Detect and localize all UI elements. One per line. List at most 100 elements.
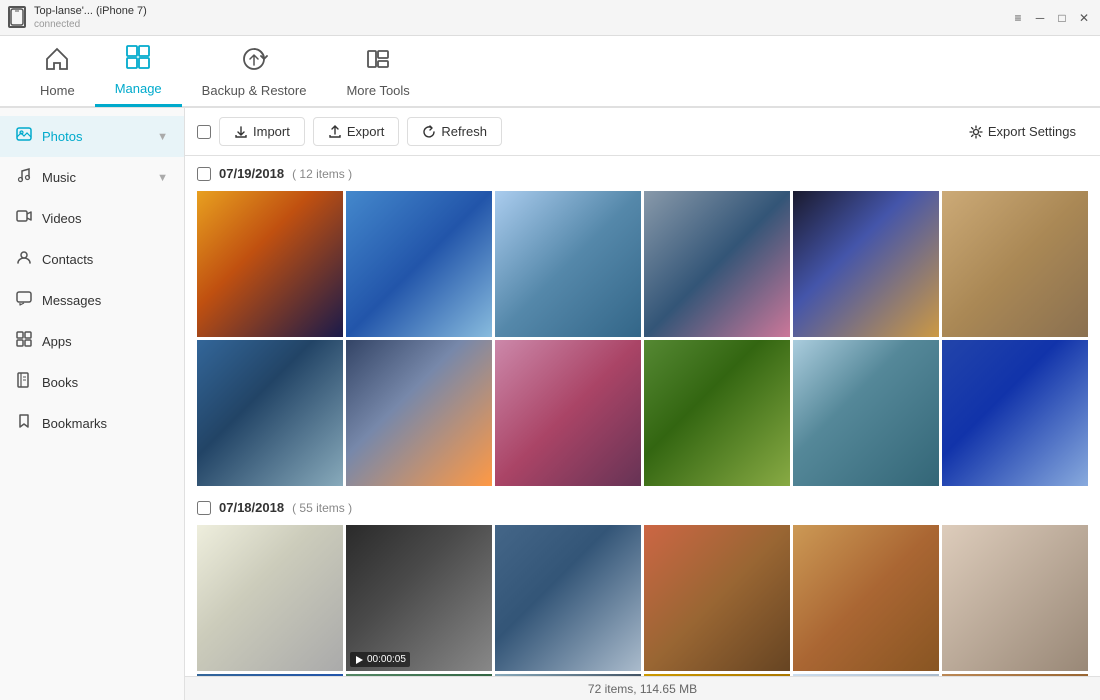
- date-header-1: 07/18/2018 ( 55 items ): [197, 498, 1088, 517]
- sidebar-item-videos[interactable]: Videos: [0, 198, 184, 239]
- photo-cell[interactable]: [346, 191, 492, 337]
- sidebar-books-label: Books: [42, 375, 78, 390]
- photos-icon: [16, 126, 32, 147]
- nav-more-tools[interactable]: More Tools: [326, 37, 429, 106]
- device-icon: [8, 6, 26, 28]
- sidebar-item-books[interactable]: Books: [0, 362, 184, 403]
- status-text: 72 items, 114.65 MB: [588, 682, 697, 696]
- sidebar-videos-label: Videos: [42, 211, 82, 226]
- nav-manage[interactable]: Manage: [95, 35, 182, 107]
- photo-cell[interactable]: [644, 191, 790, 337]
- photo-cell[interactable]: [495, 340, 641, 486]
- select-all-checkbox[interactable]: [197, 125, 211, 139]
- minimize-icon[interactable]: ─: [1032, 10, 1048, 26]
- sidebar-contacts-label: Contacts: [42, 252, 93, 267]
- sidebar-item-contacts[interactable]: Contacts: [0, 239, 184, 280]
- photo-cell[interactable]: 00:00:05: [346, 525, 492, 671]
- photo-cell[interactable]: [495, 674, 641, 676]
- photo-cell[interactable]: [346, 674, 492, 676]
- photo-cell[interactable]: [346, 340, 492, 486]
- photo-cell[interactable]: [793, 191, 939, 337]
- photo-area: 07/19/2018 ( 12 items ) 07/18/2018 ( 55 ite…: [185, 156, 1100, 676]
- date-checkbox-0[interactable]: [197, 167, 211, 181]
- date-count: ( 12 items ): [292, 167, 352, 181]
- manage-icon: [124, 43, 152, 77]
- titlebar-left: Top-lanse'... (iPhone 7) connected: [8, 4, 147, 31]
- import-icon: [234, 125, 248, 139]
- refresh-button[interactable]: Refresh: [407, 117, 502, 146]
- home-icon: [43, 45, 71, 79]
- date-group-1: 07/18/2018 ( 55 items ) 00:00:05: [197, 498, 1088, 676]
- photo-cell[interactable]: [793, 674, 939, 676]
- import-button[interactable]: Import: [219, 117, 305, 146]
- apps-icon: [16, 331, 32, 352]
- nav-backup[interactable]: Backup & Restore: [182, 37, 327, 106]
- sidebar-music-label: Music: [42, 170, 76, 185]
- photo-cell[interactable]: [644, 340, 790, 486]
- nav-more-tools-label: More Tools: [346, 83, 409, 98]
- photo-cell[interactable]: [793, 525, 939, 671]
- photo-cell[interactable]: [495, 191, 641, 337]
- sidebar-item-music[interactable]: Music ▼: [0, 157, 184, 198]
- videos-icon: [16, 208, 32, 229]
- main-layout: Photos ▼ Music ▼ Videos Contacts: [0, 108, 1100, 700]
- backup-icon: [240, 45, 268, 79]
- photo-cell[interactable]: [644, 525, 790, 671]
- sidebar-item-messages[interactable]: Messages: [0, 280, 184, 321]
- toolbar: Import Export Refresh Export Settings: [185, 108, 1100, 156]
- sidebar-item-apps[interactable]: Apps: [0, 321, 184, 362]
- menu-icon[interactable]: ≡: [1010, 10, 1026, 26]
- sidebar-item-bookmarks[interactable]: Bookmarks: [0, 403, 184, 444]
- photo-cell[interactable]: [495, 525, 641, 671]
- export-icon: [328, 125, 342, 139]
- export-settings-button[interactable]: Export Settings: [957, 118, 1088, 145]
- messages-icon: [16, 290, 32, 311]
- sidebar: Photos ▼ Music ▼ Videos Contacts: [0, 108, 185, 700]
- photo-grid-1: 00:00:05: [197, 525, 1088, 676]
- titlebar: Top-lanse'... (iPhone 7) connected ≡ ─ □…: [0, 0, 1100, 36]
- settings-icon: [969, 125, 983, 139]
- photo-cell[interactable]: [197, 191, 343, 337]
- photo-grid-0: [197, 191, 1088, 486]
- contacts-icon: [16, 249, 32, 270]
- books-icon: [16, 372, 32, 393]
- sidebar-bookmarks-label: Bookmarks: [42, 416, 107, 431]
- date-header-0: 07/19/2018 ( 12 items ): [197, 164, 1088, 183]
- photo-cell[interactable]: [942, 340, 1088, 486]
- photo-cell[interactable]: [942, 525, 1088, 671]
- tools-icon: [364, 45, 392, 79]
- photos-arrow: ▼: [157, 131, 168, 143]
- sidebar-apps-label: Apps: [42, 334, 72, 349]
- nav-home[interactable]: Home: [20, 37, 95, 106]
- nav-manage-label: Manage: [115, 81, 162, 96]
- connected-status: connected: [34, 18, 147, 31]
- bookmarks-icon: [16, 413, 32, 434]
- content-area: Import Export Refresh Export Settings 07…: [185, 108, 1100, 700]
- photo-cell[interactable]: [942, 191, 1088, 337]
- photo-cell[interactable]: [197, 674, 343, 676]
- date-label: 07/19/2018: [219, 166, 284, 181]
- maximize-icon[interactable]: □: [1054, 10, 1070, 26]
- sidebar-messages-label: Messages: [42, 293, 101, 308]
- export-button[interactable]: Export: [313, 117, 400, 146]
- nav-backup-label: Backup & Restore: [202, 83, 307, 98]
- device-info: Top-lanse'... (iPhone 7) connected: [34, 4, 147, 31]
- topnav: Home Manage Backup & Restore: [0, 36, 1100, 108]
- refresh-icon: [422, 125, 436, 139]
- date-count: ( 55 items ): [292, 501, 352, 515]
- date-checkbox-1[interactable]: [197, 501, 211, 515]
- photo-cell[interactable]: [793, 340, 939, 486]
- device-name: Top-lanse'... (iPhone 7): [34, 4, 147, 18]
- video-badge: 00:00:05: [350, 652, 410, 667]
- photo-cell[interactable]: [197, 525, 343, 671]
- date-label: 07/18/2018: [219, 500, 284, 515]
- date-group-0: 07/19/2018 ( 12 items ): [197, 164, 1088, 486]
- close-icon[interactable]: ✕: [1076, 10, 1092, 26]
- sidebar-photos-label: Photos: [42, 129, 82, 144]
- photo-cell[interactable]: [644, 674, 790, 676]
- photo-cell[interactable]: [197, 340, 343, 486]
- sidebar-item-photos[interactable]: Photos ▼: [0, 116, 184, 157]
- music-arrow: ▼: [157, 172, 168, 184]
- photo-cell[interactable]: [942, 674, 1088, 676]
- music-icon: [16, 167, 32, 188]
